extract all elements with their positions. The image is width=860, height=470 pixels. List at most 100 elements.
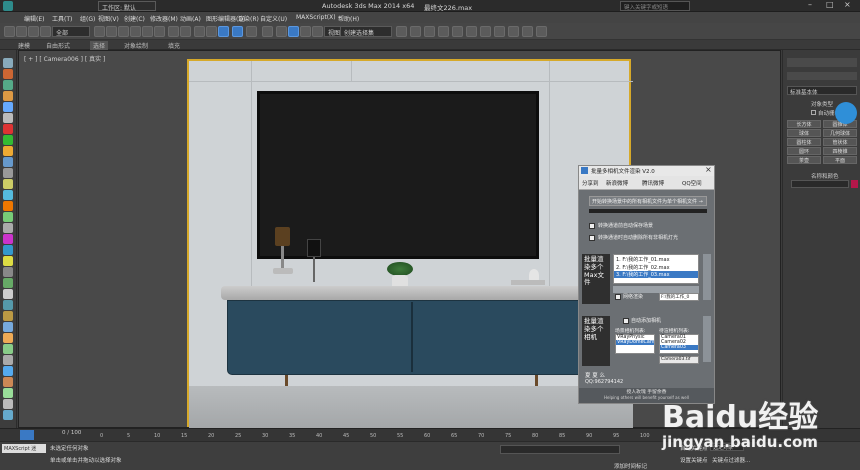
command-icon[interactable] [3,201,13,211]
viewport-label[interactable]: [ + ] [ Camera006 ] [ 真实 ] [24,54,105,63]
toolbar-button[interactable] [180,26,191,37]
command-icon[interactable] [3,124,13,134]
file-side-buttons[interactable] [703,254,711,300]
toolbar-button[interactable] [312,26,323,37]
command-icon[interactable] [3,212,13,222]
render-camera-list[interactable]: Camera01 Camera02 Camera03 [659,334,699,354]
net-render-checkbox[interactable] [615,294,621,300]
dialog-close-button[interactable]: × [705,165,712,174]
toolbar-button[interactable] [396,26,407,37]
maximize-button[interactable]: □ [826,0,834,9]
primitive-button[interactable]: 管状体 [823,138,857,146]
command-icon[interactable] [3,322,13,332]
object-category-icons[interactable] [787,72,857,80]
object-name-field[interactable] [791,180,849,188]
command-icon[interactable] [3,289,13,299]
menu-item[interactable]: MAXScript(X) [296,14,336,21]
toolbar-button[interactable] [424,26,435,37]
menu-item[interactable]: 编辑(E) [24,14,44,23]
toolbar-button[interactable] [94,26,105,37]
toolbar-button[interactable] [452,26,463,37]
command-icon[interactable] [3,344,13,354]
option2-checkbox[interactable] [589,235,595,241]
toolbar-button[interactable] [194,26,205,37]
menu-item[interactable]: 组(G) [80,14,95,23]
ribbon-tab[interactable]: 对象绘制 [124,41,148,50]
primitive-dropdown[interactable]: 标准基本体 [787,86,857,96]
command-icon[interactable] [3,311,13,321]
command-icon[interactable] [3,91,13,101]
file-row[interactable]: 1. F:\我的工作_01.max [614,255,698,264]
minimize-button[interactable]: – [808,0,812,9]
add-time-tag[interactable]: 添加时间标记 [614,462,647,470]
primitive-button[interactable]: 几何球体 [823,129,857,137]
toolbar-button[interactable] [118,26,129,37]
toolbar-button[interactable] [218,26,229,37]
toolbar-button[interactable] [4,26,15,37]
command-icon[interactable] [3,278,13,288]
toolbar-button[interactable] [288,26,299,37]
command-icon[interactable] [3,245,13,255]
command-icon[interactable] [3,267,13,277]
toolbar-button[interactable] [276,26,287,37]
toolbar-button[interactable] [154,26,165,37]
toolbar-button[interactable] [508,26,519,37]
autogrid-checkbox[interactable] [811,110,816,115]
command-icon[interactable] [3,399,13,409]
search-input[interactable]: 键入关键字或短语 [620,1,690,11]
camera-side-buttons[interactable] [703,316,711,362]
camera-scene[interactable] [187,59,633,429]
primitive-button[interactable]: 球体 [787,129,821,137]
command-icon[interactable] [3,355,13,365]
command-icon[interactable] [3,80,13,90]
share-qzone-link[interactable]: QQ空间 [682,179,702,187]
command-icon[interactable] [3,69,13,79]
menu-item[interactable]: 渲染(R) [238,14,259,23]
command-icon[interactable] [3,377,13,387]
close-button[interactable]: × [844,0,851,9]
toolbar-button[interactable] [522,26,533,37]
toolbar-button[interactable] [438,26,449,37]
output-file-field[interactable]: Camera03.tif [659,356,699,364]
command-icon[interactable] [3,157,13,167]
toolbar-button[interactable] [142,26,153,37]
set-key-button[interactable]: 设置关键点 [680,456,708,464]
toolbar-button[interactable] [262,26,273,37]
command-icon[interactable] [3,190,13,200]
menu-item[interactable]: 自定义(U) [260,14,287,23]
menu-item[interactable]: 工具(T) [52,14,72,23]
command-icon[interactable] [3,135,13,145]
menu-item[interactable]: 视图(V) [98,14,119,23]
path-field[interactable]: F:\我的工作_0 [659,293,699,301]
share-weibo-link[interactable]: 新浪微博 [606,179,628,187]
primitive-button[interactable]: 茶壶 [787,156,821,164]
object-color-swatch[interactable] [851,180,858,188]
file-row[interactable]: 2. F:\我的工作_02.max [614,264,698,271]
toolbar-button[interactable] [130,26,141,37]
toolbar-button[interactable] [300,26,311,37]
key-filter-button[interactable]: 关键点过滤器... [712,456,750,464]
app-logo-icon[interactable] [3,1,13,11]
command-icon[interactable] [3,179,13,189]
ribbon-tab[interactable]: 建模 [18,41,30,50]
file-row-selected[interactable]: 3. F:\我的工作_03.max [614,271,698,278]
toolbar-button[interactable] [494,26,505,37]
auto-add-camera-checkbox[interactable] [623,318,629,324]
toolbar-button[interactable] [168,26,179,37]
camera-row-selected[interactable]: VRayDomeCamera [616,340,654,345]
toolbar-button[interactable] [246,26,257,37]
command-icon[interactable] [3,234,13,244]
command-icon[interactable] [3,113,13,123]
command-icon[interactable] [3,366,13,376]
selection-set-dropdown[interactable]: 创建选择集 [340,26,392,37]
file-list-buttons[interactable] [613,286,699,293]
toolbar-button[interactable] [40,26,51,37]
primitive-button[interactable]: 平面 [823,156,857,164]
maxscript-listener[interactable]: MAXScript 迷 [2,444,46,453]
ribbon-tab[interactable]: 自由形式 [46,41,70,50]
primitive-button[interactable]: 圆柱体 [787,138,821,146]
command-icon[interactable] [3,58,13,68]
viewport[interactable]: [ + ] [ Camera006 ] [ 真实 ] 批量多相机文件渲染 V2.… [18,50,781,429]
toolbar-button[interactable] [466,26,477,37]
toolbar-button[interactable] [106,26,117,37]
